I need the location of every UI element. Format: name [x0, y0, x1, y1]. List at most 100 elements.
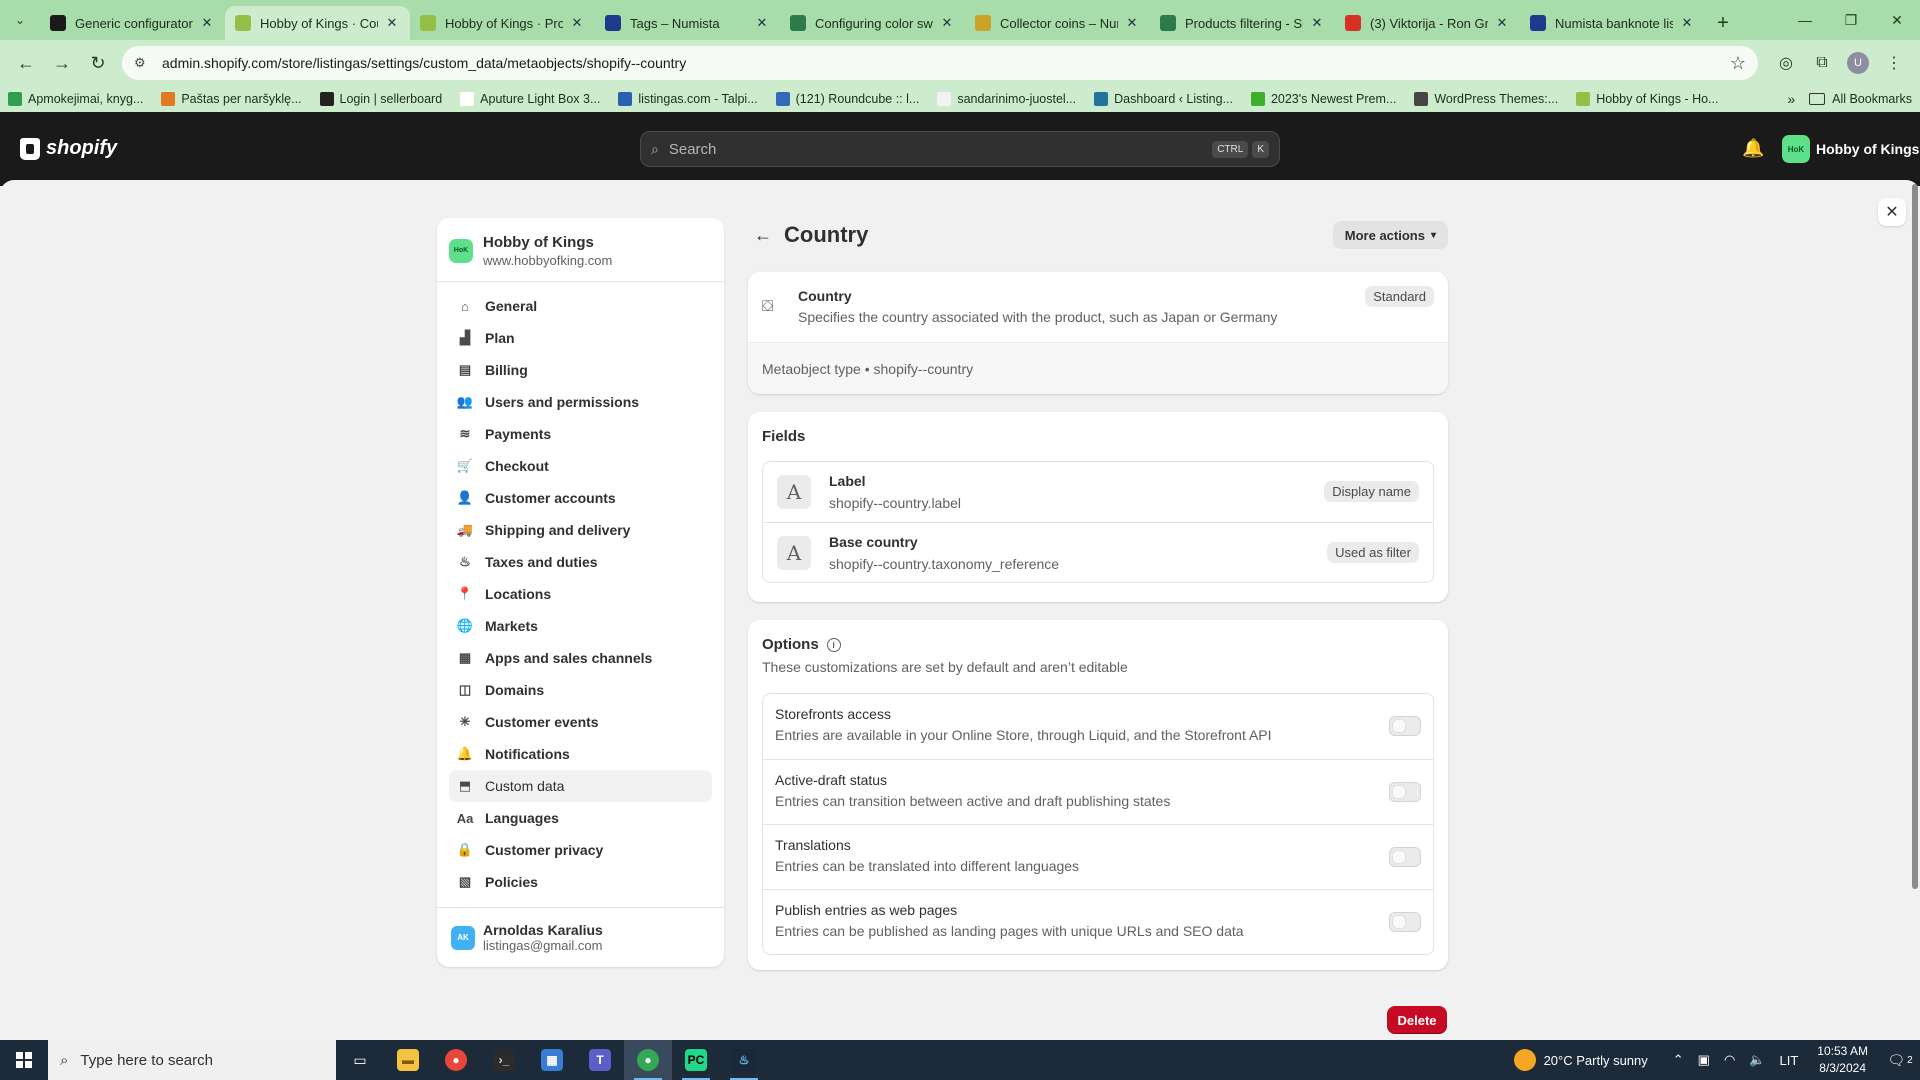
- tab-close-icon[interactable]: ✕: [1494, 15, 1510, 31]
- sidebar-item-languages[interactable]: Aa Languages: [449, 802, 712, 834]
- shopify-logo[interactable]: shopify: [20, 137, 117, 160]
- meet-now-icon[interactable]: ▣: [1698, 1052, 1710, 1068]
- terminal-app[interactable]: ›_: [480, 1040, 528, 1080]
- sidebar-item-general[interactable]: ⌂ General: [449, 290, 712, 322]
- sidebar-item-customer-privacy[interactable]: 🔒 Customer privacy: [449, 834, 712, 866]
- browser-tab[interactable]: Numista banknote list ✕: [1520, 6, 1705, 40]
- chevron-up-icon[interactable]: ⌃: [1673, 1052, 1684, 1068]
- browser-menu-kebab-icon[interactable]: ⋮: [1876, 45, 1912, 81]
- volume-icon[interactable]: 🔈: [1749, 1052, 1765, 1068]
- browser-tab[interactable]: Products filtering - Shopify ✕: [1150, 6, 1335, 40]
- back-button[interactable]: ←: [8, 45, 44, 81]
- delete-button[interactable]: Delete: [1387, 1006, 1447, 1034]
- chrome-app[interactable]: ●: [432, 1040, 480, 1080]
- minimize-button[interactable]: —: [1782, 0, 1828, 40]
- bookmark-item[interactable]: WordPress Themes:...: [1414, 92, 1558, 106]
- info-icon[interactable]: i: [826, 637, 841, 652]
- scrollbar-thumb[interactable]: [1912, 184, 1918, 889]
- sidebar-item-notifications[interactable]: 🔔 Notifications: [449, 738, 712, 770]
- sidebar-item-markets[interactable]: 🌐 Markets: [449, 610, 712, 642]
- browser-tab[interactable]: Configuring color swatches ✕: [780, 6, 965, 40]
- bookmark-label: Login | sellerboard: [339, 92, 443, 106]
- tab-close-icon[interactable]: ✕: [1309, 15, 1325, 31]
- sidebar-item-taxes-and-duties[interactable]: ♨ Taxes and duties: [449, 546, 712, 578]
- weather-widget[interactable]: 20°C Partly sunny: [1513, 1049, 1648, 1071]
- address-bar[interactable]: ⚙ admin.shopify.com/store/listingas/sett…: [122, 46, 1758, 80]
- admin-search-input[interactable]: ⌕ Search CTRL K: [640, 131, 1280, 167]
- more-actions-button[interactable]: More actions ▾: [1332, 221, 1448, 249]
- tab-close-icon[interactable]: ✕: [569, 15, 585, 31]
- forward-button[interactable]: →: [44, 45, 80, 81]
- browser-tab[interactable]: (3) Viktorija - Ron Gr ✕: [1335, 6, 1520, 40]
- sidebar-item-checkout[interactable]: 🛒 Checkout: [449, 450, 712, 482]
- sidebar-item-customer-accounts[interactable]: 👤 Customer accounts: [449, 482, 712, 514]
- browser-tab[interactable]: Collector coins – Numista ✕: [965, 6, 1150, 40]
- tab-close-icon[interactable]: ✕: [1124, 15, 1140, 31]
- windows-taskbar: ⌕ Type here to search ▭ ▬ ● ›_ ▦ T ● PC …: [0, 1040, 1920, 1080]
- tab-close-icon[interactable]: ✕: [754, 15, 770, 31]
- profile-button[interactable]: U: [1840, 45, 1876, 81]
- back-arrow-icon[interactable]: ←: [754, 225, 772, 246]
- reload-button[interactable]: ↻: [80, 45, 116, 81]
- close-settings-button[interactable]: ✕: [1878, 198, 1906, 226]
- pycharm-app[interactable]: PC: [672, 1040, 720, 1080]
- browser-tab[interactable]: Hobby of Kings · Products ✕: [410, 6, 595, 40]
- site-info-icon[interactable]: ⚙: [134, 55, 154, 71]
- tab-search-button[interactable]: ⌄: [0, 0, 40, 40]
- bookmark-item[interactable]: listingas.com - Talpi...: [618, 92, 758, 106]
- new-tab-button[interactable]: +: [1705, 6, 1741, 40]
- tab-close-icon[interactable]: ✕: [939, 15, 955, 31]
- sidebar-item-domains[interactable]: ◫ Domains: [449, 674, 712, 706]
- field-row[interactable]: A Label shopify--country.label Display name: [763, 462, 1433, 522]
- tab-close-icon[interactable]: ✕: [384, 15, 400, 31]
- bookmark-item[interactable]: Apmokejimai, knyg...: [8, 92, 143, 106]
- bookmark-star-icon[interactable]: ☆: [1730, 53, 1746, 74]
- sidebar-item-payments[interactable]: ≋ Payments: [449, 418, 712, 450]
- sidebar-item-billing[interactable]: ▤ Billing: [449, 354, 712, 386]
- sidebar-item-shipping-and-delivery[interactable]: 🚚 Shipping and delivery: [449, 514, 712, 546]
- browser-tab[interactable]: Tags – Numista ✕: [595, 6, 780, 40]
- input-language[interactable]: LIT: [1780, 1053, 1799, 1068]
- file-explorer-app[interactable]: ▬: [384, 1040, 432, 1080]
- bookmark-item[interactable]: (121) Roundcube :: l...: [775, 92, 919, 106]
- bookmark-item[interactable]: Aputure Light Box 3...: [460, 92, 600, 106]
- calculator-app[interactable]: ▦: [528, 1040, 576, 1080]
- chrome-window-active[interactable]: ●: [624, 1040, 672, 1080]
- browser-tab[interactable]: Hobby of Kings · Country ✕: [225, 6, 410, 40]
- tab-close-icon[interactable]: ✕: [1679, 15, 1695, 31]
- teams-app[interactable]: T: [576, 1040, 624, 1080]
- more-bookmarks-chevron-icon[interactable]: »: [1787, 91, 1795, 107]
- notifications-bell-icon[interactable]: 🔔: [1742, 138, 1764, 159]
- all-bookmarks-button[interactable]: All Bookmarks: [1809, 92, 1912, 106]
- start-button[interactable]: [0, 1040, 48, 1080]
- user-account[interactable]: AK Arnoldas Karalius listingas@gmail.com: [437, 907, 724, 967]
- sidebar-item-plan[interactable]: ▟ Plan: [449, 322, 712, 354]
- sidebar-item-apps-and-sales-channels[interactable]: ▦ Apps and sales channels: [449, 642, 712, 674]
- close-window-button[interactable]: ✕: [1874, 0, 1920, 40]
- wifi-icon[interactable]: ◠: [1724, 1052, 1735, 1068]
- store-menu-button[interactable]: HoK Hobby of Kings: [1782, 135, 1919, 163]
- field-row[interactable]: A Base country shopify--country.taxonomy_r…: [763, 522, 1433, 582]
- bookmark-item[interactable]: sandarinimo-juostel...: [937, 92, 1076, 106]
- bookmark-item[interactable]: Paštas per naršyklę...: [161, 92, 302, 106]
- sidebar-item-customer-events[interactable]: ✳ Customer events: [449, 706, 712, 738]
- restore-button[interactable]: ❐: [1828, 0, 1874, 40]
- notification-center-button[interactable]: 🗨 2: [1880, 1040, 1920, 1080]
- sidebar-item-policies[interactable]: ▧ Policies: [449, 866, 712, 898]
- sidebar-item-users-and-permissions[interactable]: 👥 Users and permissions: [449, 386, 712, 418]
- scrollbar[interactable]: [1910, 180, 1920, 1040]
- sidebar-item-locations[interactable]: 📍 Locations: [449, 578, 712, 610]
- bookmark-item[interactable]: 2023's Newest Prem...: [1250, 92, 1396, 106]
- grammarly-extension-icon[interactable]: ◎: [1768, 45, 1804, 81]
- taskbar-search-input[interactable]: ⌕ Type here to search: [48, 1040, 336, 1080]
- bookmark-item[interactable]: Dashboard ‹ Listing...: [1094, 92, 1233, 106]
- sidebar-item-custom-data[interactable]: ⬒ Custom data: [449, 770, 712, 802]
- task-view-button[interactable]: ▭: [336, 1040, 384, 1080]
- browser-tab[interactable]: Generic configurator ✕: [40, 6, 225, 40]
- extensions-puzzle-icon[interactable]: ⧉: [1804, 45, 1840, 81]
- steam-app[interactable]: ♨: [720, 1040, 768, 1080]
- tab-close-icon[interactable]: ✕: [199, 15, 215, 31]
- bookmark-item[interactable]: Hobby of Kings - Ho...: [1576, 92, 1718, 106]
- bookmark-item[interactable]: Login | sellerboard: [319, 92, 443, 106]
- clock[interactable]: 10:53 AM 8/3/2024: [1817, 1043, 1868, 1077]
